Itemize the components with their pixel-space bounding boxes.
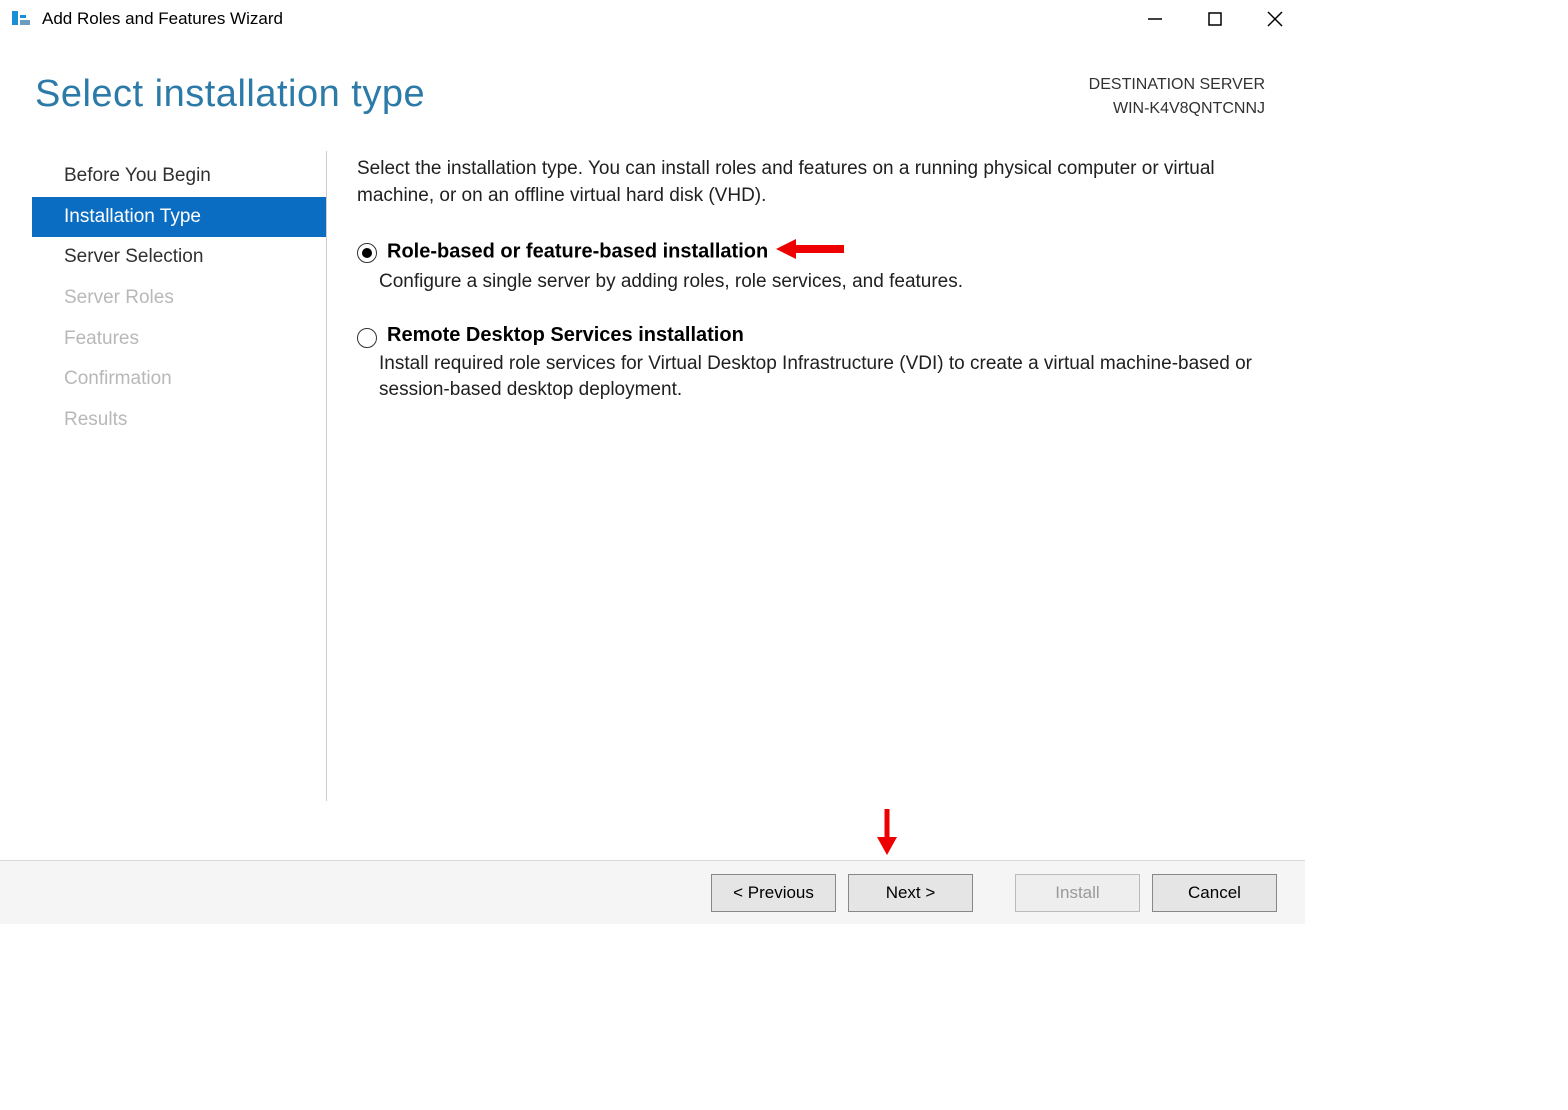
- minimize-icon: [1148, 12, 1162, 26]
- radio-option-0[interactable]: [357, 243, 377, 263]
- sidebar-item-features: Features: [32, 319, 326, 360]
- option-title: Remote Desktop Services installation: [387, 324, 1275, 347]
- option-1: Remote Desktop Services installation Inst…: [357, 324, 1275, 404]
- sidebar: Before You BeginInstallation TypeServer …: [32, 151, 327, 801]
- option-description: Configure a single server by adding role…: [379, 269, 1275, 296]
- server-manager-icon: [12, 9, 32, 29]
- close-button[interactable]: [1245, 0, 1305, 38]
- annotation-arrow-left-icon: [776, 239, 846, 265]
- cancel-button[interactable]: Cancel: [1152, 874, 1277, 912]
- sidebar-item-confirmation: Confirmation: [32, 359, 326, 400]
- window-title: Add Roles and Features Wizard: [42, 9, 283, 29]
- radio-option-1[interactable]: [357, 328, 377, 348]
- minimize-button[interactable]: [1125, 0, 1185, 38]
- window-controls: [1125, 0, 1305, 38]
- option-content: Role-based or feature-based installation…: [387, 239, 1275, 296]
- destination-server-info: DESTINATION SERVER WIN-K4V8QNTCNNJ: [1089, 73, 1265, 121]
- titlebar: Add Roles and Features Wizard: [0, 0, 1305, 38]
- option-title: Role-based or feature-based installation: [387, 239, 1275, 265]
- intro-text: Select the installation type. You can in…: [357, 156, 1275, 209]
- option-description: Install required role services for Virtu…: [379, 351, 1275, 404]
- sidebar-item-server-selection[interactable]: Server Selection: [32, 237, 326, 278]
- sidebar-item-server-roles: Server Roles: [32, 278, 326, 319]
- install-button[interactable]: Install: [1015, 874, 1140, 912]
- main-panel: Select the installation type. You can in…: [327, 151, 1275, 801]
- option-content: Remote Desktop Services installationInst…: [387, 324, 1275, 404]
- maximize-icon: [1208, 12, 1222, 26]
- page-title: Select installation type: [35, 73, 425, 116]
- footer: < Previous Next > Install Cancel: [0, 860, 1305, 924]
- destination-server-label: DESTINATION SERVER: [1089, 73, 1265, 97]
- content-area: Before You BeginInstallation TypeServer …: [0, 151, 1305, 801]
- sidebar-item-results: Results: [32, 400, 326, 441]
- sidebar-item-installation-type[interactable]: Installation Type: [32, 197, 326, 238]
- option-0: Role-based or feature-based installation…: [357, 239, 1275, 296]
- sidebar-item-before-you-begin[interactable]: Before You Begin: [32, 156, 326, 197]
- maximize-button[interactable]: [1185, 0, 1245, 38]
- next-button[interactable]: Next >: [848, 874, 973, 912]
- previous-button[interactable]: < Previous: [711, 874, 836, 912]
- close-icon: [1267, 11, 1283, 27]
- annotation-arrow-down-icon: [875, 807, 899, 860]
- destination-server-name: WIN-K4V8QNTCNNJ: [1089, 97, 1265, 121]
- header-area: Select installation type DESTINATION SER…: [0, 38, 1305, 151]
